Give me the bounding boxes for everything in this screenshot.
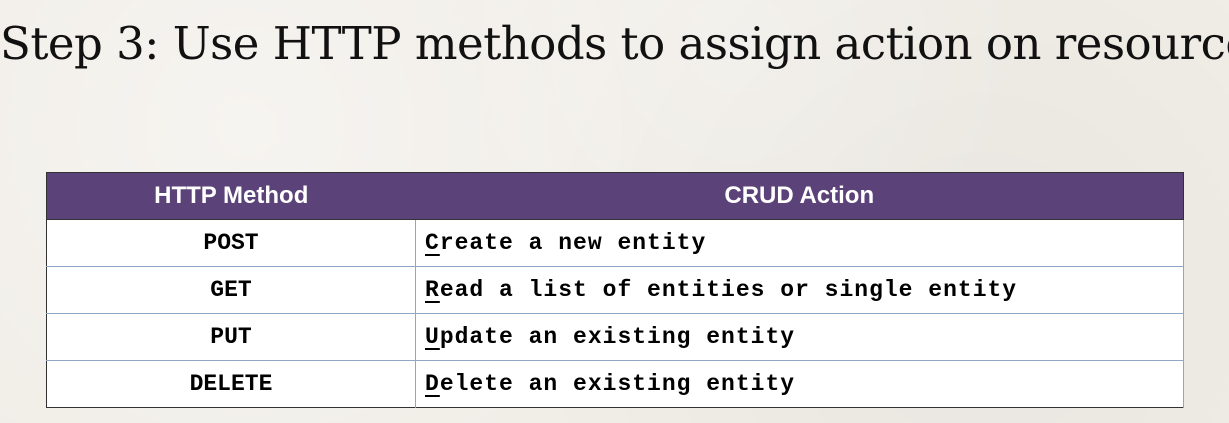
action-cell: Delete an existing entity (415, 360, 1184, 408)
action-text: pdate an existing entity (439, 324, 796, 350)
crud-table: HTTP Method CRUD Action POST Create a ne… (46, 172, 1184, 408)
header-crud-action: CRUD Action (415, 172, 1184, 220)
action-cell: Update an existing entity (415, 313, 1184, 361)
action-cell: Create a new entity (415, 219, 1184, 267)
action-cell: Read a list of entities or single entity (415, 266, 1184, 314)
action-initial: D (425, 371, 440, 397)
action-initial: R (425, 277, 440, 303)
method-cell: GET (46, 266, 416, 314)
method-cell: POST (46, 219, 416, 267)
action-text: reate a new entity (439, 230, 707, 256)
table-row: POST Create a new entity (46, 219, 1184, 267)
table-row: PUT Update an existing entity (46, 313, 1184, 361)
action-text: elete an existing entity (439, 371, 796, 397)
method-cell: DELETE (46, 360, 416, 408)
method-cell: PUT (46, 313, 416, 361)
table-row: GET Read a list of entities or single en… (46, 266, 1184, 314)
header-http-method: HTTP Method (46, 172, 416, 220)
table-header-row: HTTP Method CRUD Action (46, 172, 1184, 220)
action-initial: C (425, 230, 440, 256)
crud-table-container: HTTP Method CRUD Action POST Create a ne… (46, 172, 1184, 408)
action-initial: U (425, 324, 440, 350)
action-text: ead a list of entities or single entity (439, 277, 1018, 303)
table-row: DELETE Delete an existing entity (46, 360, 1184, 408)
slide-title: Step 3: Use HTTP methods to assign actio… (0, 17, 1229, 70)
